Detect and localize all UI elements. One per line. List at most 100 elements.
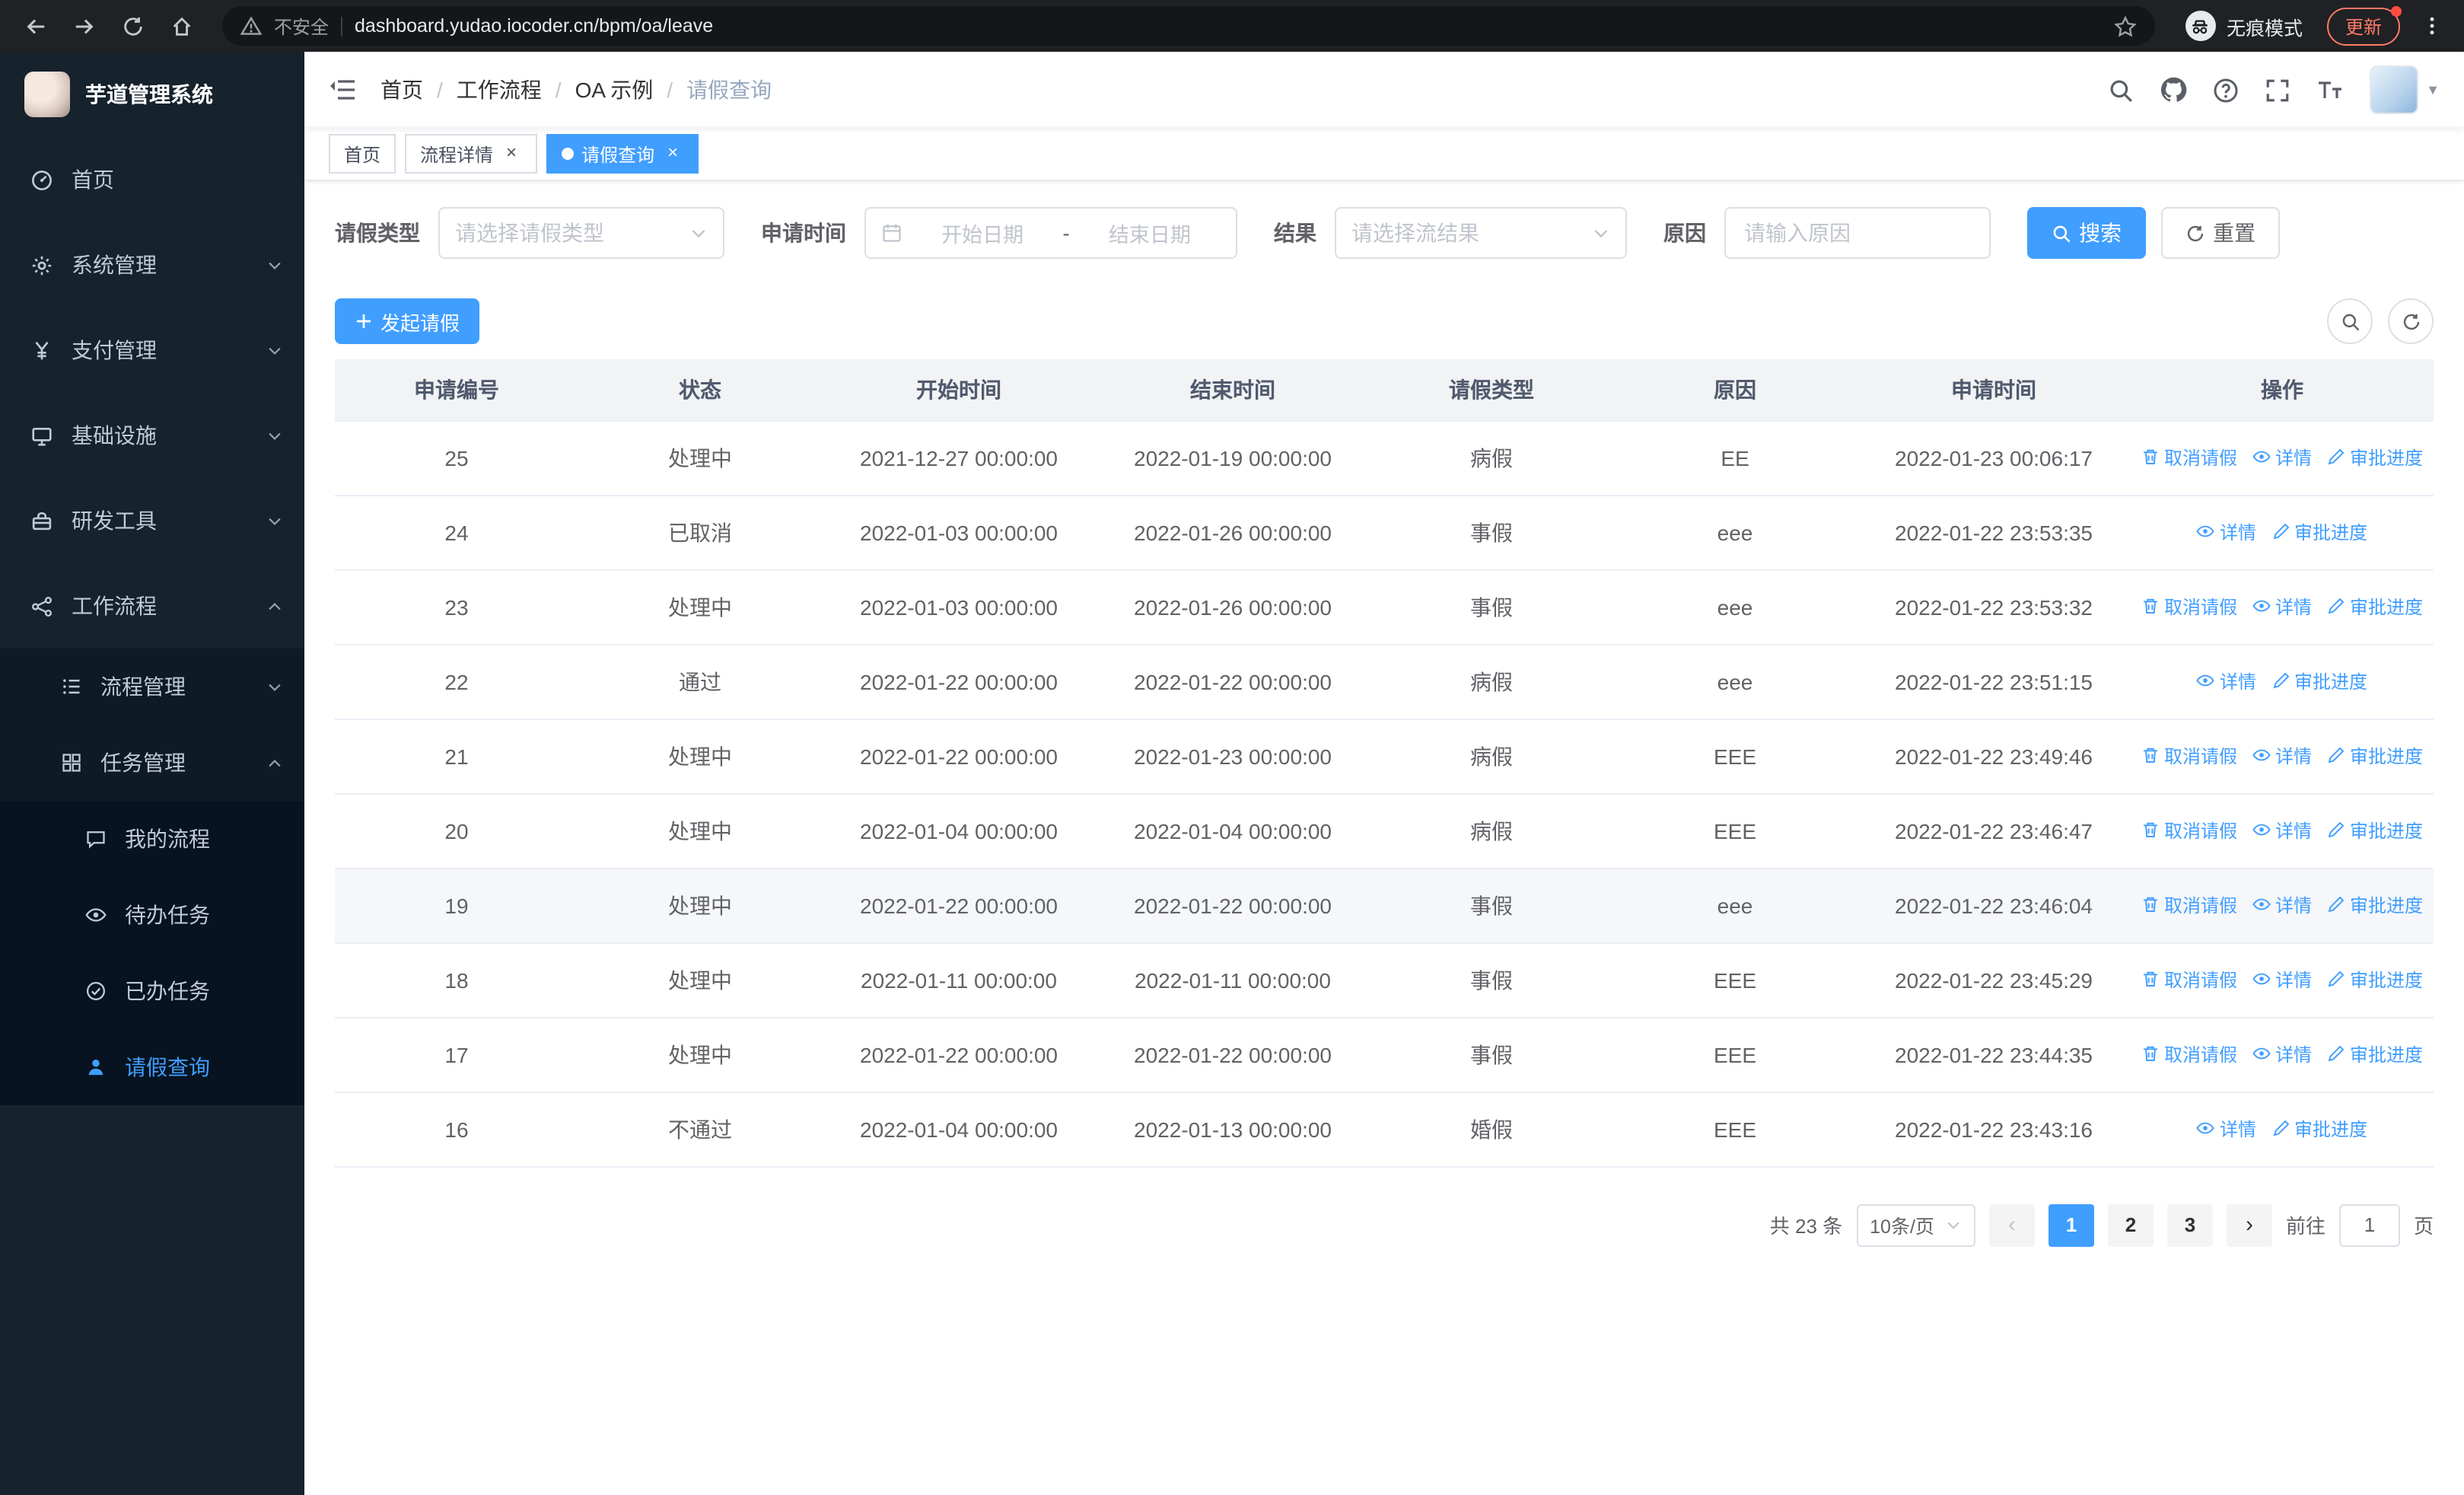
edit-icon [2328,598,2345,614]
detail-link[interactable]: 详情 [2252,967,2312,993]
status-text: 处理中 [578,420,822,496]
cancel-leave-link[interactable]: 取消请假 [2141,892,2237,918]
next-page-button[interactable]: › [2226,1203,2272,1246]
sidebar-item-my-process[interactable]: 我的流程 [0,801,304,877]
approval-progress-link[interactable]: 审批进度 [2327,743,2423,769]
result-select[interactable]: 请选择流结果 [1335,207,1627,259]
leave-type-select[interactable]: 请选择请假类型 [438,207,724,259]
toggle-search-icon[interactable] [2327,298,2373,344]
tab-home[interactable]: 首页 [329,134,396,174]
approval-progress-link[interactable]: 审批进度 [2327,445,2423,470]
approval-progress-link[interactable]: 审批进度 [2327,1041,2423,1067]
detail-link[interactable]: 详情 [2252,1041,2312,1067]
close-icon[interactable]: × [662,142,683,164]
approval-progress-link[interactable]: 审批进度 [2327,892,2423,918]
search-button[interactable]: 搜索 [2027,207,2146,259]
update-button[interactable]: 更新 [2326,5,2402,45]
detail-link[interactable]: 详情 [2252,594,2312,620]
detail-link[interactable]: 详情 [2252,445,2312,470]
browser-menu-icon[interactable] [2415,15,2449,37]
tab-process-detail[interactable]: 流程详情 × [405,134,538,174]
sidebar-item-todo-tasks[interactable]: 待办任务 [0,877,304,953]
cancel-leave-link[interactable]: 取消请假 [2141,743,2237,769]
refresh-table-icon[interactable] [2388,298,2434,344]
date-range-picker[interactable]: 开始日期 - 结束日期 [864,207,1237,259]
reason-text: EE [1613,420,1857,496]
sidebar-item-devtools[interactable]: 研发工具 [0,478,304,563]
close-icon[interactable]: × [501,142,522,164]
chevron-down-icon [1594,230,1608,238]
fullscreen-icon[interactable] [2265,77,2291,103]
header-search-icon[interactable] [2108,77,2134,103]
chevron-down-icon [269,261,281,269]
detail-link[interactable]: 详情 [2197,668,2256,694]
eye-icon [2197,526,2215,537]
workflow-icon [31,595,53,617]
github-icon[interactable] [2160,76,2187,104]
sidebar-item-infrastructure[interactable]: 基础设施 [0,393,304,478]
approval-progress-link[interactable]: 审批进度 [2327,818,2423,843]
sidebar-item-system[interactable]: 系统管理 [0,222,304,308]
cancel-leave-link[interactable]: 取消请假 [2141,818,2237,843]
dashboard-icon [32,170,52,190]
approval-progress-link[interactable]: 审批进度 [2327,967,2423,993]
user-menu[interactable]: ▼ [2370,65,2440,114]
detail-link[interactable]: 详情 [2252,892,2312,918]
page-button-1[interactable]: 1 [2048,1203,2094,1246]
cancel-leave-link[interactable]: 取消请假 [2141,594,2237,620]
reset-button[interactable]: 重置 [2161,207,2280,259]
sidebar-item-done-tasks[interactable]: 已办任务 [0,953,304,1029]
page-size-select[interactable]: 10条/页 [1856,1203,1975,1246]
row-actions: 取消请假 详情 审批进度 [2131,719,2434,794]
start-time: 2022-01-22 00:00:00 [822,868,1096,943]
start-time: 2022-01-22 00:00:00 [822,719,1096,794]
sidebar-item-leave-query[interactable]: 请假查询 [0,1029,304,1105]
sidebar-collapse-icon[interactable] [329,76,356,104]
sidebar-item-task-management[interactable]: 任务管理 [0,725,304,801]
font-size-icon[interactable] [2316,77,2344,103]
sidebar-item-workflow[interactable]: 工作流程 [0,563,304,649]
approval-progress-link[interactable]: 审批进度 [2271,668,2367,694]
home-icon[interactable] [161,6,201,46]
breadcrumb-current: 请假查询 [686,78,772,102]
breadcrumb-workflow[interactable]: 工作流程 [457,75,542,105]
breadcrumb-home[interactable]: 首页 [380,75,423,105]
app-logo[interactable]: 芋道管理系统 [0,52,304,137]
cancel-leave-link[interactable]: 取消请假 [2141,1041,2237,1067]
edit-icon [2328,971,2345,987]
trash-icon [2143,972,2157,987]
breadcrumb-oa-example[interactable]: OA 示例 [575,75,654,105]
cancel-leave-link[interactable]: 取消请假 [2141,967,2237,993]
page-button-2[interactable]: 2 [2107,1203,2154,1246]
page-button-3[interactable]: 3 [2166,1203,2213,1246]
approval-progress-link[interactable]: 审批进度 [2327,594,2423,620]
leave-type: 事假 [1370,868,1613,943]
bookmark-star-icon[interactable] [2114,14,2137,37]
detail-link[interactable]: 详情 [2252,743,2312,769]
approval-progress-link[interactable]: 审批进度 [2271,519,2367,545]
sidebar-item-payment[interactable]: 支付管理 [0,308,304,393]
goto-page-input[interactable] [2338,1203,2400,1246]
forward-icon[interactable] [64,6,103,46]
sidebar-item-home[interactable]: 首页 [0,137,304,222]
sidebar-item-process-management[interactable]: 流程管理 [0,649,304,725]
detail-link[interactable]: 详情 [2197,1116,2256,1142]
create-leave-button[interactable]: 发起请假 [335,298,480,344]
detail-link[interactable]: 详情 [2197,519,2256,545]
detail-link[interactable]: 详情 [2252,818,2312,843]
url-text[interactable]: dashboard.yudao.iocoder.cn/bpm/oa/leave [355,15,713,37]
approval-progress-link[interactable]: 审批进度 [2271,1116,2367,1142]
url-bar[interactable]: 不安全 dashboard.yudao.iocoder.cn/bpm/oa/le… [222,6,2155,46]
reload-icon[interactable] [113,6,152,46]
sidebar-item-label: 系统管理 [72,253,157,277]
cancel-leave-link[interactable]: 取消请假 [2141,445,2237,470]
security-label[interactable]: 不安全 [274,13,329,39]
start-time: 2022-01-22 00:00:00 [822,1017,1096,1092]
reason-input[interactable] [1724,207,1991,259]
leave-type: 事假 [1370,569,1613,645]
warning-icon [240,15,262,37]
help-icon[interactable] [2213,77,2239,103]
back-icon[interactable] [15,6,55,46]
tab-leave-query[interactable]: 请假查询 × [546,134,699,174]
prev-page-button[interactable]: ‹ [1988,1203,2035,1246]
